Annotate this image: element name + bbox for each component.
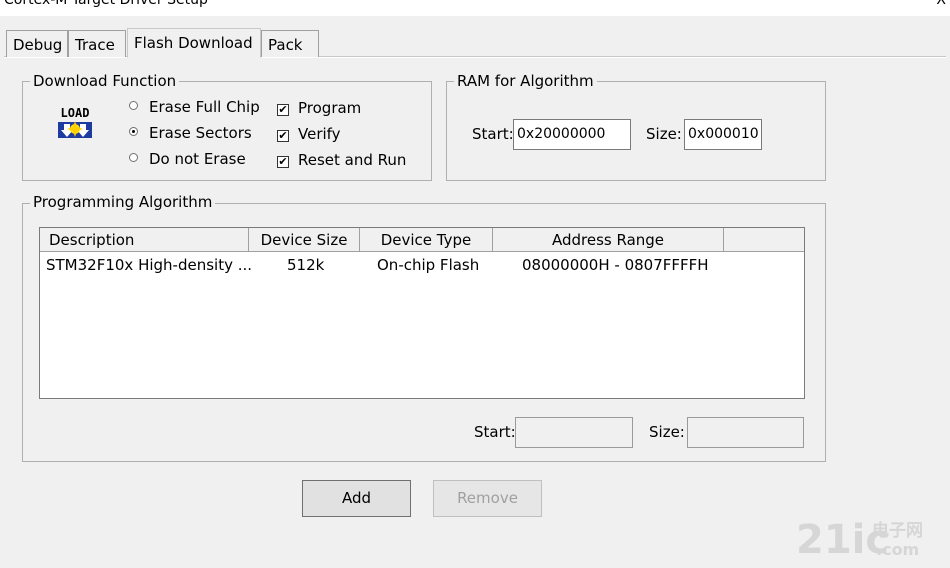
cell-device-size: 512k xyxy=(287,256,325,274)
program-checkbox[interactable]: ✔ xyxy=(277,104,289,116)
verify-label: Verify xyxy=(298,125,341,143)
watermark-cn: 电子网 xyxy=(872,521,923,541)
algorithm-size-label: Size: xyxy=(649,423,685,441)
do-not-erase-label: Do not Erase xyxy=(149,150,246,168)
ram-for-algorithm-legend: RAM for Algorithm xyxy=(454,72,597,90)
tab-debug-label: Debug xyxy=(13,36,63,54)
tab-pack[interactable]: Pack xyxy=(261,30,319,57)
program-label: Program xyxy=(298,99,362,117)
erase-sectors-radio[interactable] xyxy=(129,127,138,136)
ram-size-label: Size: xyxy=(646,125,682,143)
column-header-device-type[interactable]: Device Type xyxy=(360,228,493,252)
check-icon: ✔ xyxy=(278,103,288,116)
column-header-device-size[interactable]: Device Size xyxy=(249,228,360,252)
watermark-url: .com xyxy=(876,540,920,559)
load-icon: LOAD xyxy=(54,104,96,146)
download-function-legend: Download Function xyxy=(30,72,180,90)
tab-pack-label: Pack xyxy=(268,36,303,54)
reset-and-run-label: Reset and Run xyxy=(298,151,407,169)
close-icon[interactable]: X xyxy=(936,0,946,8)
check-icon: ✔ xyxy=(278,129,288,142)
cell-device-type: On-chip Flash xyxy=(377,256,480,274)
remove-button[interactable]: Remove xyxy=(433,480,542,517)
table-row[interactable]: STM32F10x High-density ... 512k On-chip … xyxy=(40,252,804,278)
erase-sectors-label: Erase Sectors xyxy=(149,124,252,142)
verify-checkbox[interactable]: ✔ xyxy=(277,130,289,142)
add-button[interactable]: Add xyxy=(302,480,411,517)
window-title: Cortex-M Target Driver Setup xyxy=(4,0,208,8)
algorithm-start-input[interactable] xyxy=(515,417,633,448)
tab-trace[interactable]: Trace xyxy=(68,30,126,57)
cell-description: STM32F10x High-density ... xyxy=(46,256,253,274)
ram-start-label: Start: xyxy=(472,125,514,143)
programming-algorithm-legend: Programming Algorithm xyxy=(30,193,216,211)
check-icon: ✔ xyxy=(278,155,288,168)
column-header-empty xyxy=(724,228,804,252)
algorithm-start-label: Start: xyxy=(474,423,516,441)
tab-debug[interactable]: Debug xyxy=(6,30,68,57)
tab-trace-label: Trace xyxy=(75,36,115,54)
ram-size-input[interactable]: 0x000010 xyxy=(684,119,762,150)
svg-text:LOAD: LOAD xyxy=(61,106,90,120)
column-header-description[interactable]: Description xyxy=(40,228,249,252)
tab-flash-download-label: Flash Download xyxy=(134,34,253,52)
do-not-erase-radio[interactable] xyxy=(129,153,138,162)
erase-full-chip-radio[interactable] xyxy=(129,101,138,110)
cell-address-range: 08000000H - 0807FFFFH xyxy=(522,256,709,274)
algorithm-list[interactable]: Description Device Size Device Type Addr… xyxy=(39,227,805,399)
ram-start-input[interactable]: 0x20000000 xyxy=(513,119,631,150)
algorithm-size-input[interactable] xyxy=(687,417,804,448)
tab-flash-download[interactable]: Flash Download xyxy=(127,28,261,58)
column-header-address-range[interactable]: Address Range xyxy=(493,228,724,252)
erase-full-chip-label: Erase Full Chip xyxy=(149,98,260,116)
reset-and-run-checkbox[interactable]: ✔ xyxy=(277,156,289,168)
